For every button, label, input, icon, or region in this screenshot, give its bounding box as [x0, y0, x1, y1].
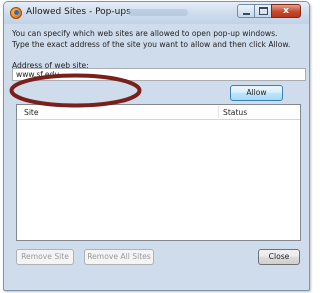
- window-close-button[interactable]: x: [271, 4, 301, 18]
- description-text: You can specify which web sites are allo…: [12, 29, 291, 49]
- address-input[interactable]: [12, 68, 306, 81]
- remove-site-label: Remove Site: [21, 252, 69, 261]
- firefox-icon: [10, 7, 22, 19]
- remove-site-button[interactable]: Remove Site: [16, 249, 74, 265]
- maximize-button[interactable]: [254, 4, 272, 18]
- title-blur: [128, 9, 188, 16]
- allow-button[interactable]: Allow: [230, 85, 283, 101]
- list-header: Site Status: [17, 105, 300, 120]
- remove-all-sites-button[interactable]: Remove All Sites: [84, 249, 154, 265]
- window-title: Allowed Sites - Pop-ups: [26, 7, 131, 17]
- close-button[interactable]: Close: [258, 249, 300, 265]
- column-divider[interactable]: [218, 106, 219, 118]
- maximize-icon: [258, 7, 268, 15]
- title-bar: Allowed Sites - Pop-ups x: [4, 2, 309, 24]
- close-button-label: Close: [268, 252, 290, 261]
- minimize-button[interactable]: [237, 4, 255, 18]
- sites-list[interactable]: Site Status: [16, 104, 301, 241]
- remove-all-sites-label: Remove All Sites: [87, 252, 151, 261]
- close-icon: x: [283, 5, 289, 16]
- column-header-status[interactable]: Status: [223, 108, 247, 117]
- minimize-icon: [242, 12, 250, 15]
- column-header-site[interactable]: Site: [24, 108, 39, 117]
- allow-button-label: Allow: [246, 88, 267, 97]
